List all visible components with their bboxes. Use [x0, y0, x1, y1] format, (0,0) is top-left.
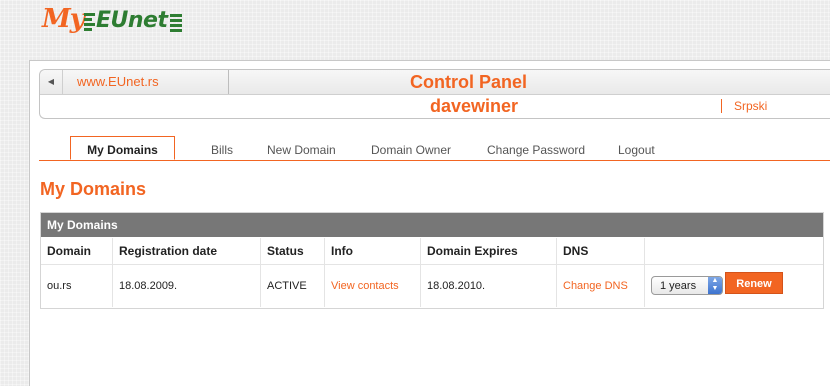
tab-new-domain[interactable]: New Domain	[267, 143, 336, 157]
logo-bars-icon	[84, 13, 95, 33]
language-divider	[721, 99, 722, 113]
logo-my-text: My	[42, 4, 85, 34]
cell-status: ACTIVE	[261, 265, 325, 307]
table-header-row: Domain Registration date Status Info Dom…	[41, 238, 823, 265]
main-panel: ◀ www.EUnet.rs Control Panel davewiner S…	[29, 60, 830, 386]
cell-domain: ou.rs	[41, 265, 113, 307]
back-button[interactable]: ◀	[40, 70, 63, 94]
logo-trail-bars-icon	[170, 14, 182, 34]
tab-my-domains[interactable]: My Domains	[70, 136, 175, 160]
header-top-bar: ◀ www.EUnet.rs Control Panel	[40, 70, 830, 95]
cell-domain-expires: 18.08.2010.	[421, 265, 557, 307]
view-contacts-link[interactable]: View contacts	[325, 265, 421, 307]
column-header-info: Info	[325, 238, 421, 264]
cell-registration-date: 18.08.2009.	[113, 265, 261, 307]
tab-domain-owner[interactable]: Domain Owner	[371, 143, 451, 157]
column-header-registration-date: Registration date	[113, 238, 261, 264]
updown-arrows-icon: ▲ ▼	[708, 277, 722, 294]
table-row: ou.rs 18.08.2009. ACTIVE View contacts 1…	[41, 265, 823, 307]
header-box: ◀ www.EUnet.rs Control Panel davewiner S…	[39, 69, 830, 119]
column-header-actions	[645, 238, 823, 264]
column-header-domain: Domain	[41, 238, 113, 264]
column-header-dns: DNS	[557, 238, 645, 264]
language-link[interactable]: Srpski	[734, 99, 767, 113]
column-header-domain-expires: Domain Expires	[421, 238, 557, 264]
tab-change-password[interactable]: Change Password	[487, 143, 585, 157]
tab-bills[interactable]: Bills	[211, 143, 233, 157]
column-header-status: Status	[261, 238, 325, 264]
username: davewiner	[430, 96, 519, 116]
tab-logout[interactable]: Logout	[618, 143, 655, 157]
back-arrow-icon: ◀	[47, 77, 55, 86]
table-caption: My Domains	[41, 213, 823, 237]
renew-period-select[interactable]: 1 years ▲ ▼	[651, 276, 723, 295]
page-title: My Domains	[40, 179, 147, 199]
renew-button[interactable]: Renew	[725, 272, 783, 294]
control-panel-title: Control Panel	[410, 72, 528, 92]
eunet-link[interactable]: www.EUnet.rs	[63, 70, 229, 94]
logo-eunet-text: EUnet	[96, 8, 168, 33]
domains-table: My Domains Domain Registration date Stat…	[40, 212, 824, 309]
renew-period-value: 1 years	[660, 280, 697, 292]
change-dns-link[interactable]: Change DNS	[557, 265, 645, 307]
